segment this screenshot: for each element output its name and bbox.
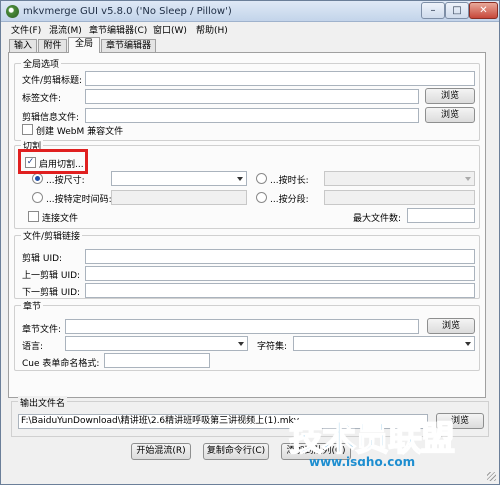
link-files-checkbox[interactable] bbox=[28, 211, 39, 222]
segment-info-label: 剪辑信息文件: bbox=[22, 113, 80, 123]
close-button[interactable]: ✕ bbox=[469, 2, 498, 19]
menu-window[interactable]: 窗口(W) bbox=[153, 23, 187, 36]
chevron-down-icon bbox=[237, 177, 243, 181]
segment-info-browse-button[interactable]: 浏览 bbox=[425, 107, 475, 123]
segment-uid-label: 剪辑 UID: bbox=[22, 254, 63, 264]
chapter-file-input[interactable] bbox=[65, 319, 419, 334]
prev-uid-label: 上一剪辑 UID: bbox=[22, 271, 81, 281]
cue-format-label: Cue 表单命名格式: bbox=[22, 359, 100, 369]
highlight-annotation bbox=[18, 149, 88, 174]
split-by-size-radio[interactable] bbox=[32, 173, 43, 184]
menu-help[interactable]: 帮助(H) bbox=[196, 23, 228, 36]
maximize-button[interactable]: □ bbox=[445, 2, 469, 19]
split-duration-select[interactable] bbox=[324, 171, 475, 186]
max-files-input[interactable] bbox=[407, 208, 475, 223]
chapters-title: 章节 bbox=[21, 299, 44, 312]
tab-input[interactable]: 输入 bbox=[9, 39, 37, 53]
menu-mux[interactable]: 混流(M) bbox=[49, 23, 82, 36]
output-title: 输出文件名 bbox=[18, 396, 68, 409]
charset-select[interactable] bbox=[293, 336, 475, 351]
minimize-button[interactable]: – bbox=[421, 2, 445, 19]
status-bar bbox=[1, 466, 499, 484]
resize-grip-icon[interactable] bbox=[487, 472, 496, 481]
title-bar[interactable]: mkvmerge GUI v5.8.0 ('No Sleep / Pillow'… bbox=[1, 1, 499, 22]
copy-command-button[interactable]: 复制命令行(C) bbox=[203, 443, 269, 460]
file-title-input[interactable] bbox=[85, 71, 475, 86]
split-by-parts-radio[interactable] bbox=[256, 192, 267, 203]
menu-file[interactable]: 文件(F) bbox=[11, 23, 41, 36]
chapter-browse-button[interactable]: 浏览 bbox=[427, 318, 475, 334]
max-files-label: 最大文件数: bbox=[353, 214, 402, 224]
global-tab-panel: 全局选项 文件/剪辑标题: 标签文件: 浏览 剪辑信息文件: 浏览 创建 Web… bbox=[8, 52, 486, 398]
tab-chapter-editor[interactable]: 章节编辑器 bbox=[101, 39, 156, 53]
prev-uid-input[interactable] bbox=[85, 266, 475, 281]
split-by-parts-label: ...按分段: bbox=[270, 195, 309, 205]
cue-format-input[interactable] bbox=[104, 353, 210, 368]
charset-label: 字符集: bbox=[257, 342, 288, 352]
next-uid-label: 下一剪辑 UID: bbox=[22, 288, 81, 298]
chevron-down-icon bbox=[238, 342, 244, 346]
tags-browse-button[interactable]: 浏览 bbox=[425, 88, 475, 104]
global-options-title: 全局选项 bbox=[21, 57, 62, 70]
split-by-duration-radio[interactable] bbox=[256, 173, 267, 184]
webm-label: 创建 WebM 兼容文件 bbox=[36, 127, 124, 137]
file-title-label: 文件/剪辑标题: bbox=[22, 76, 83, 86]
split-by-duration-label: ...按时长: bbox=[270, 176, 309, 186]
split-by-timecodes-radio[interactable] bbox=[32, 192, 43, 203]
app-icon bbox=[6, 5, 19, 18]
linking-title: 文件/剪辑链接 bbox=[21, 229, 83, 242]
tab-global[interactable]: 全局 bbox=[68, 37, 100, 53]
webm-checkbox[interactable] bbox=[22, 124, 33, 135]
split-by-size-label: ...按尺寸: bbox=[46, 176, 85, 186]
next-uid-input[interactable] bbox=[85, 283, 475, 298]
split-by-timecodes-label: ...按特定时间码: bbox=[46, 195, 112, 205]
segment-info-input[interactable] bbox=[85, 108, 419, 123]
language-select[interactable] bbox=[65, 336, 248, 351]
main-window: mkvmerge GUI v5.8.0 ('No Sleep / Pillow'… bbox=[0, 0, 500, 485]
link-files-label: 连接文件 bbox=[42, 214, 79, 224]
start-muxing-button[interactable]: 开始混流(R) bbox=[131, 443, 191, 460]
tags-file-input[interactable] bbox=[85, 89, 419, 104]
language-label: 语言: bbox=[22, 342, 44, 352]
menu-chapter-editor[interactable]: 章节编辑器(C) bbox=[89, 23, 147, 36]
split-timecodes-input[interactable] bbox=[111, 190, 247, 205]
split-size-select[interactable] bbox=[111, 171, 247, 186]
tags-file-label: 标签文件: bbox=[22, 94, 62, 104]
chapter-file-label: 章节文件: bbox=[22, 325, 62, 335]
watermark-brand: 技术员联盟 bbox=[288, 418, 456, 460]
chevron-down-icon bbox=[465, 342, 471, 346]
window-title: mkvmerge GUI v5.8.0 ('No Sleep / Pillow'… bbox=[23, 6, 232, 17]
segment-uid-input[interactable] bbox=[85, 249, 475, 264]
split-parts-input[interactable] bbox=[324, 190, 475, 205]
chevron-down-icon bbox=[465, 177, 471, 181]
tab-attachments[interactable]: 附件 bbox=[38, 39, 67, 53]
menu-bar: 文件(F) 混流(M) 章节编辑器(C) 窗口(W) 帮助(H) bbox=[1, 22, 499, 37]
